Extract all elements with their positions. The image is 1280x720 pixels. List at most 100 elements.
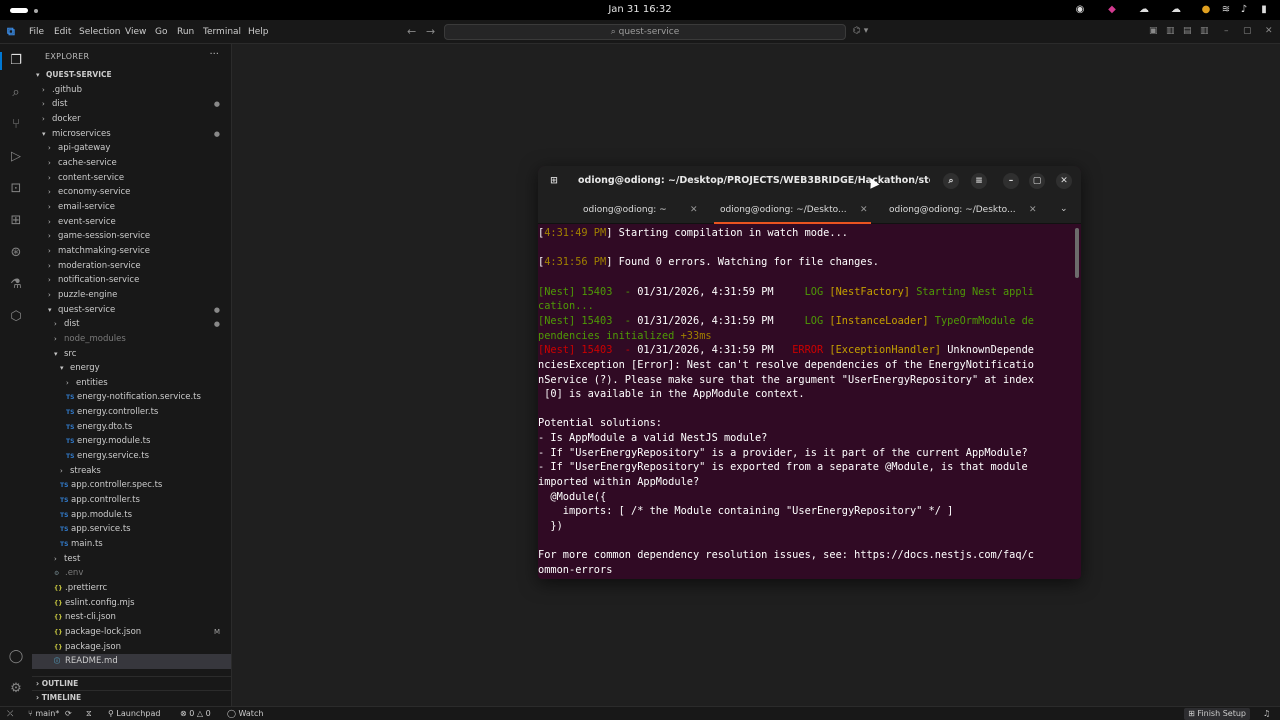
remote-explorer-icon[interactable]: ⊡ [7, 180, 25, 198]
tree-file[interactable]: ⓘ README.md [32, 654, 231, 669]
maximize-icon[interactable]: ▢ [1029, 173, 1045, 189]
close-tab-icon[interactable]: ✕ [690, 205, 698, 215]
tree-file[interactable]: {} package-lock.json M [32, 625, 231, 640]
tree-folder[interactable]: ▾ microservices ● [32, 127, 231, 142]
finish-setup-button[interactable]: ⊞ Finish Setup [1184, 708, 1250, 720]
tree-folder[interactable]: › docker [32, 112, 231, 127]
new-tab-icon[interactable]: ⊞ [546, 173, 562, 189]
tree-file[interactable]: TS app.controller.spec.ts [32, 478, 231, 493]
watch-item[interactable]: ◯ Watch [227, 707, 263, 720]
menu-help[interactable]: Help [248, 27, 269, 37]
minimize-icon[interactable]: – [1003, 173, 1019, 189]
menu-file[interactable]: File [29, 27, 44, 37]
menu-selection[interactable]: Selection [79, 27, 120, 37]
branch-item[interactable]: ⑂ main* [28, 707, 59, 720]
testing-icon[interactable]: ⚗ [7, 276, 25, 294]
source-control-icon[interactable]: ⑂ [7, 116, 25, 134]
tree-folder[interactable]: › node_modules [32, 332, 231, 347]
tree-file[interactable]: TS energy-notification.service.ts [32, 390, 231, 405]
tray-app-icon[interactable]: ◆ [1105, 3, 1119, 17]
close-tab-icon[interactable]: ✕ [860, 205, 868, 215]
remote-icon[interactable]: ⤫ [7, 707, 13, 720]
wifi-icon[interactable]: ≋ [1219, 3, 1233, 17]
tree-file[interactable]: TS energy.module.ts [32, 434, 231, 449]
tree-file[interactable]: TS app.service.ts [32, 522, 231, 537]
minimize-icon[interactable]: – [1224, 26, 1229, 36]
account-icon[interactable]: ◯ [7, 648, 25, 666]
search-icon[interactable]: ⌕ [7, 84, 25, 102]
menu-edit[interactable]: Edit [54, 27, 71, 37]
toggle-sidebar-icon[interactable]: ▥ [1166, 26, 1175, 36]
microphone-icon[interactable]: ● [1199, 3, 1213, 17]
menu-run[interactable]: Run [177, 27, 194, 37]
tree-folder[interactable]: › matchmaking-service [32, 244, 231, 259]
toggle-bottom-panel-icon[interactable]: ▤ [1183, 26, 1192, 36]
close-icon[interactable]: ✕ [1265, 26, 1273, 36]
tree-folder[interactable]: › game-session-service [32, 229, 231, 244]
tree-file[interactable]: TS main.ts [32, 537, 231, 552]
back-arrow-icon[interactable]: ← [407, 25, 416, 38]
gitlens-icon[interactable]: ⊛ [7, 244, 25, 262]
launchpad-item[interactable]: ⚲ Launchpad [108, 707, 160, 720]
docker-icon[interactable]: ⬡ [7, 308, 25, 326]
command-center-search[interactable]: ⌕ quest-service [444, 24, 846, 40]
system-clock[interactable]: Jan 31 16:32 [0, 4, 1280, 15]
run-debug-icon[interactable]: ▷ [7, 148, 25, 166]
forward-arrow-icon[interactable]: → [426, 25, 435, 38]
tree-folder[interactable]: › moderation-service [32, 259, 231, 274]
battery-icon[interactable]: ▮ [1257, 3, 1271, 17]
tree-file[interactable]: TS energy.dto.ts [32, 420, 231, 435]
tree-file[interactable]: {} eslint.config.mjs [32, 596, 231, 611]
toggle-panel-icon[interactable]: ▣ [1149, 26, 1158, 36]
hamburger-menu-icon[interactable]: ≡ [971, 173, 987, 189]
extensions-icon[interactable]: ⊞ [7, 212, 25, 230]
volume-icon[interactable]: ♪ [1237, 3, 1251, 17]
terminal-scrollbar[interactable] [1075, 228, 1079, 278]
git-graph-icon[interactable]: ⧖ [86, 707, 92, 720]
sync-icon[interactable]: ⟳ [65, 707, 72, 720]
menu-go[interactable]: Go [155, 27, 167, 37]
tree-folder[interactable]: ▾ quest-service ● [32, 303, 231, 318]
timeline-section[interactable]: › TIMELINE [32, 690, 231, 704]
notifications-bell-icon[interactable]: ♫ [1263, 707, 1270, 720]
tree-folder[interactable]: ▾ energy [32, 361, 231, 376]
close-tab-icon[interactable]: ✕ [1029, 205, 1037, 215]
cloud-icon[interactable]: ☁ [1169, 3, 1183, 17]
tree-file[interactable]: TS app.controller.ts [32, 493, 231, 508]
more-actions-icon[interactable]: ··· [209, 49, 219, 60]
tree-folder[interactable]: › economy-service [32, 185, 231, 200]
tree-folder[interactable]: › email-service [32, 200, 231, 215]
project-root[interactable]: ▾ QUEST-SERVICE [32, 68, 231, 83]
tree-file[interactable]: {} package.json [32, 640, 231, 655]
tree-folder[interactable]: ▾ src [32, 347, 231, 362]
terminal-window[interactable]: ⊞ odiong@odiong: ~/Desktop/PROJECTS/WEB3… [538, 166, 1081, 579]
tree-folder[interactable]: › cache-service [32, 156, 231, 171]
manage-gear-icon[interactable]: ⚙ [7, 680, 25, 698]
tree-file[interactable]: {} nest-cli.json [32, 610, 231, 625]
explorer-icon[interactable]: ❐ [7, 52, 25, 70]
maximize-icon[interactable]: ▢ [1243, 26, 1252, 36]
tree-file[interactable]: TS energy.controller.ts [32, 405, 231, 420]
tree-folder[interactable]: › event-service [32, 215, 231, 230]
tabs-dropdown-icon[interactable]: ⌄ [1060, 204, 1068, 214]
steam-icon[interactable]: ☁ [1137, 3, 1151, 17]
tree-folder[interactable]: › entities [32, 376, 231, 391]
close-icon[interactable]: ✕ [1056, 173, 1072, 189]
tree-folder[interactable]: › dist ● [32, 317, 231, 332]
search-icon[interactable]: ⌕ [943, 173, 959, 189]
tree-folder[interactable]: › puzzle-engine [32, 288, 231, 303]
menu-terminal[interactable]: Terminal [203, 27, 241, 37]
tree-folder[interactable]: › notification-service [32, 273, 231, 288]
terminal-tab-3[interactable]: odiong@odiong: ~/Deskto... ✕ [889, 205, 1059, 215]
copilot-icon[interactable]: ⌬ ▾ [853, 26, 868, 36]
tree-file[interactable]: {} .prettierrc [32, 581, 231, 596]
tree-folder[interactable]: › test [32, 552, 231, 567]
menu-view[interactable]: View [125, 27, 146, 37]
tree-folder[interactable]: › api-gateway [32, 141, 231, 156]
problems-item[interactable]: ⊗ 0 △ 0 [180, 707, 211, 720]
tree-file[interactable]: ⚙ .env [32, 566, 231, 581]
terminal-output[interactable]: [4:31:49 PM] Starting compilation in wat… [538, 224, 1073, 579]
tree-folder[interactable]: › streaks [32, 464, 231, 479]
outline-section[interactable]: › OUTLINE [32, 676, 231, 690]
tree-file[interactable]: TS app.module.ts [32, 508, 231, 523]
